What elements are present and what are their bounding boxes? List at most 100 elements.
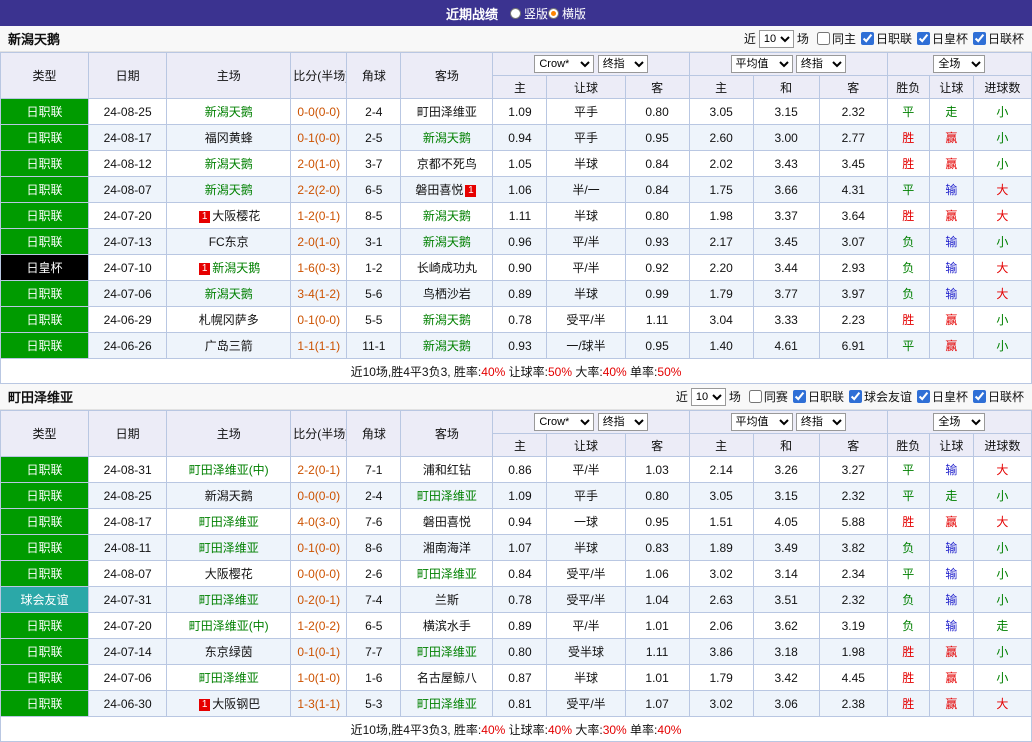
team-link[interactable]: 名古屋鲸八 (417, 671, 477, 685)
filter-option[interactable]: 日联杯 (972, 388, 1024, 405)
team-link[interactable]: 横滨水手 (423, 619, 471, 633)
team-link[interactable]: 磐田喜悦 (423, 515, 471, 529)
radio-icon[interactable] (548, 7, 559, 19)
team-link[interactable]: 町田泽维亚 (417, 489, 477, 503)
filter-checkbox[interactable] (916, 389, 930, 403)
team-link[interactable]: 东京绿茵 (205, 645, 253, 659)
avg-odds-cell: 2.32 (818, 586, 888, 613)
filter-option[interactable]: 球会友谊 (848, 388, 912, 405)
filter-option[interactable]: 日职联 (860, 30, 912, 47)
result-cell: 胜 (886, 664, 930, 691)
filter-checkbox[interactable] (972, 389, 986, 403)
filter-option[interactable]: 同主 (816, 30, 856, 47)
filter-option[interactable]: 同赛 (748, 388, 788, 405)
team-link[interactable]: 新潟天鹅 (423, 313, 471, 327)
team-link[interactable]: 新潟天鹅 (423, 339, 471, 353)
team-link[interactable]: 町田泽维亚 (199, 671, 259, 685)
team-link[interactable]: 新潟天鹅 (205, 157, 253, 171)
team-link[interactable]: 长崎成功丸 (417, 261, 477, 275)
team-link[interactable]: 浦和红钻 (423, 463, 471, 477)
avg-odds-cell: 2.77 (818, 124, 888, 151)
filter-option[interactable]: 日职联 (792, 388, 844, 405)
filter-option[interactable]: 日联杯 (972, 30, 1024, 47)
away-team-cell: 新潟天鹅 (400, 124, 494, 151)
team-link[interactable]: 鸟栖沙岩 (423, 287, 471, 301)
odds-time-select[interactable]: 终指 (597, 55, 648, 73)
team-link[interactable]: 福冈黄蜂 (205, 131, 253, 145)
layout-option-selected[interactable]: 横版 (548, 5, 586, 22)
team-link[interactable]: 町田泽维亚 (417, 645, 477, 659)
corners-cell: 5-5 (346, 306, 402, 333)
team-link[interactable]: 新潟天鹅 (205, 489, 253, 503)
team-link[interactable]: 町田泽维亚 (417, 105, 477, 119)
filter-checkbox[interactable] (848, 389, 862, 403)
period-select[interactable]: 全场 (933, 413, 986, 431)
team-link[interactable]: 町田泽维亚 (199, 541, 259, 555)
period-select[interactable]: 全场 (933, 55, 986, 73)
filter-option[interactable]: 日皇杯 (916, 388, 968, 405)
team-link[interactable]: 新潟天鹅 (205, 183, 253, 197)
team-link[interactable]: 町田泽维亚 (417, 697, 477, 711)
filter-option[interactable]: 日皇杯 (916, 30, 968, 47)
team-link[interactable]: 町田泽维亚(中) (189, 619, 269, 633)
avg-time-select[interactable]: 终指 (795, 55, 846, 73)
avg-odds-cell: 3.44 (752, 254, 820, 281)
avg-select[interactable]: 平均值 (730, 55, 793, 73)
filter-checkbox[interactable] (972, 31, 986, 45)
result-cell: 小 (972, 228, 1032, 255)
team-link[interactable]: 町田泽维亚(中) (189, 463, 269, 477)
summary-text: 30% (602, 722, 627, 737)
col-header-type: 类型 (0, 410, 90, 457)
avg-time-select[interactable]: 终指 (795, 413, 846, 431)
sub-header-avg-away: 客 (818, 75, 888, 99)
team-link[interactable]: 新潟天鹅 (205, 287, 253, 301)
avg-odds-cell: 3.15 (752, 98, 820, 125)
team-link[interactable]: 京都不死鸟 (417, 157, 477, 171)
team-link[interactable]: 新潟天鹅 (205, 105, 253, 119)
layout-option-unselected[interactable]: 竖版 (509, 5, 548, 22)
team-link[interactable]: 大阪樱花 (212, 209, 260, 223)
handicap-odds-cell: 0.78 (492, 586, 548, 613)
filter-checkbox[interactable] (816, 31, 830, 45)
team-link[interactable]: 町田泽维亚 (417, 567, 477, 581)
table-footer: 近10场,胜4平3负3, 胜率:40% 让球率:50% 大率:40% 单率:50… (0, 358, 1032, 384)
sub-header-avg-home: 主 (688, 75, 754, 99)
competition-cell: 日职联 (0, 202, 90, 229)
team-link[interactable]: 湘南海洋 (423, 541, 471, 555)
filter-checkbox[interactable] (860, 31, 874, 45)
team-link[interactable]: FC东京 (209, 235, 249, 249)
handicap-odds-cell: 1.11 (492, 202, 548, 229)
away-team-cell: 京都不死鸟 (400, 150, 494, 177)
team-link[interactable]: 广岛三箭 (205, 339, 253, 353)
avg-odds-cell: 3.14 (752, 560, 820, 587)
radio-icon[interactable] (509, 7, 521, 19)
avg-odds-header: 平均值 终指 (688, 52, 888, 76)
bookmaker-select[interactable]: Crow* (534, 413, 595, 431)
recent-count-select[interactable]: 10 (758, 29, 794, 48)
team-link[interactable]: 新潟天鹅 (423, 209, 471, 223)
team-link[interactable]: 大阪樱花 (205, 567, 253, 581)
team-link[interactable]: 町田泽维亚 (199, 593, 259, 607)
bookmaker-select[interactable]: Crow* (534, 55, 595, 73)
team-link[interactable]: 町田泽维亚 (199, 515, 259, 529)
filter-checkbox[interactable] (916, 31, 930, 45)
team-link[interactable]: 札幌冈萨多 (199, 313, 259, 327)
result-cell: 胜 (886, 508, 930, 535)
recent-count-select[interactable]: 10 (690, 387, 726, 406)
result-cell: 输 (928, 254, 974, 281)
filter-checkbox[interactable] (792, 389, 806, 403)
home-team-cell: 札幌冈萨多 (166, 306, 292, 333)
col-header-home: 主场 (166, 410, 292, 457)
avg-odds-cell: 2.34 (818, 560, 888, 587)
team-link[interactable]: 磐田喜悦 (415, 183, 463, 197)
team-link[interactable]: 新潟天鹅 (423, 235, 471, 249)
filter-checkbox[interactable] (748, 389, 762, 403)
team-link[interactable]: 兰斯 (435, 593, 459, 607)
date-cell: 24-08-25 (88, 98, 168, 125)
team-link[interactable]: 大阪钢巴 (212, 697, 260, 711)
team-link[interactable]: 新潟天鹅 (423, 131, 471, 145)
avg-select[interactable]: 平均值 (730, 413, 793, 431)
team-link[interactable]: 新潟天鹅 (212, 261, 260, 275)
home-team-cell: 町田泽维亚 (166, 508, 292, 535)
odds-time-select[interactable]: 终指 (597, 413, 648, 431)
